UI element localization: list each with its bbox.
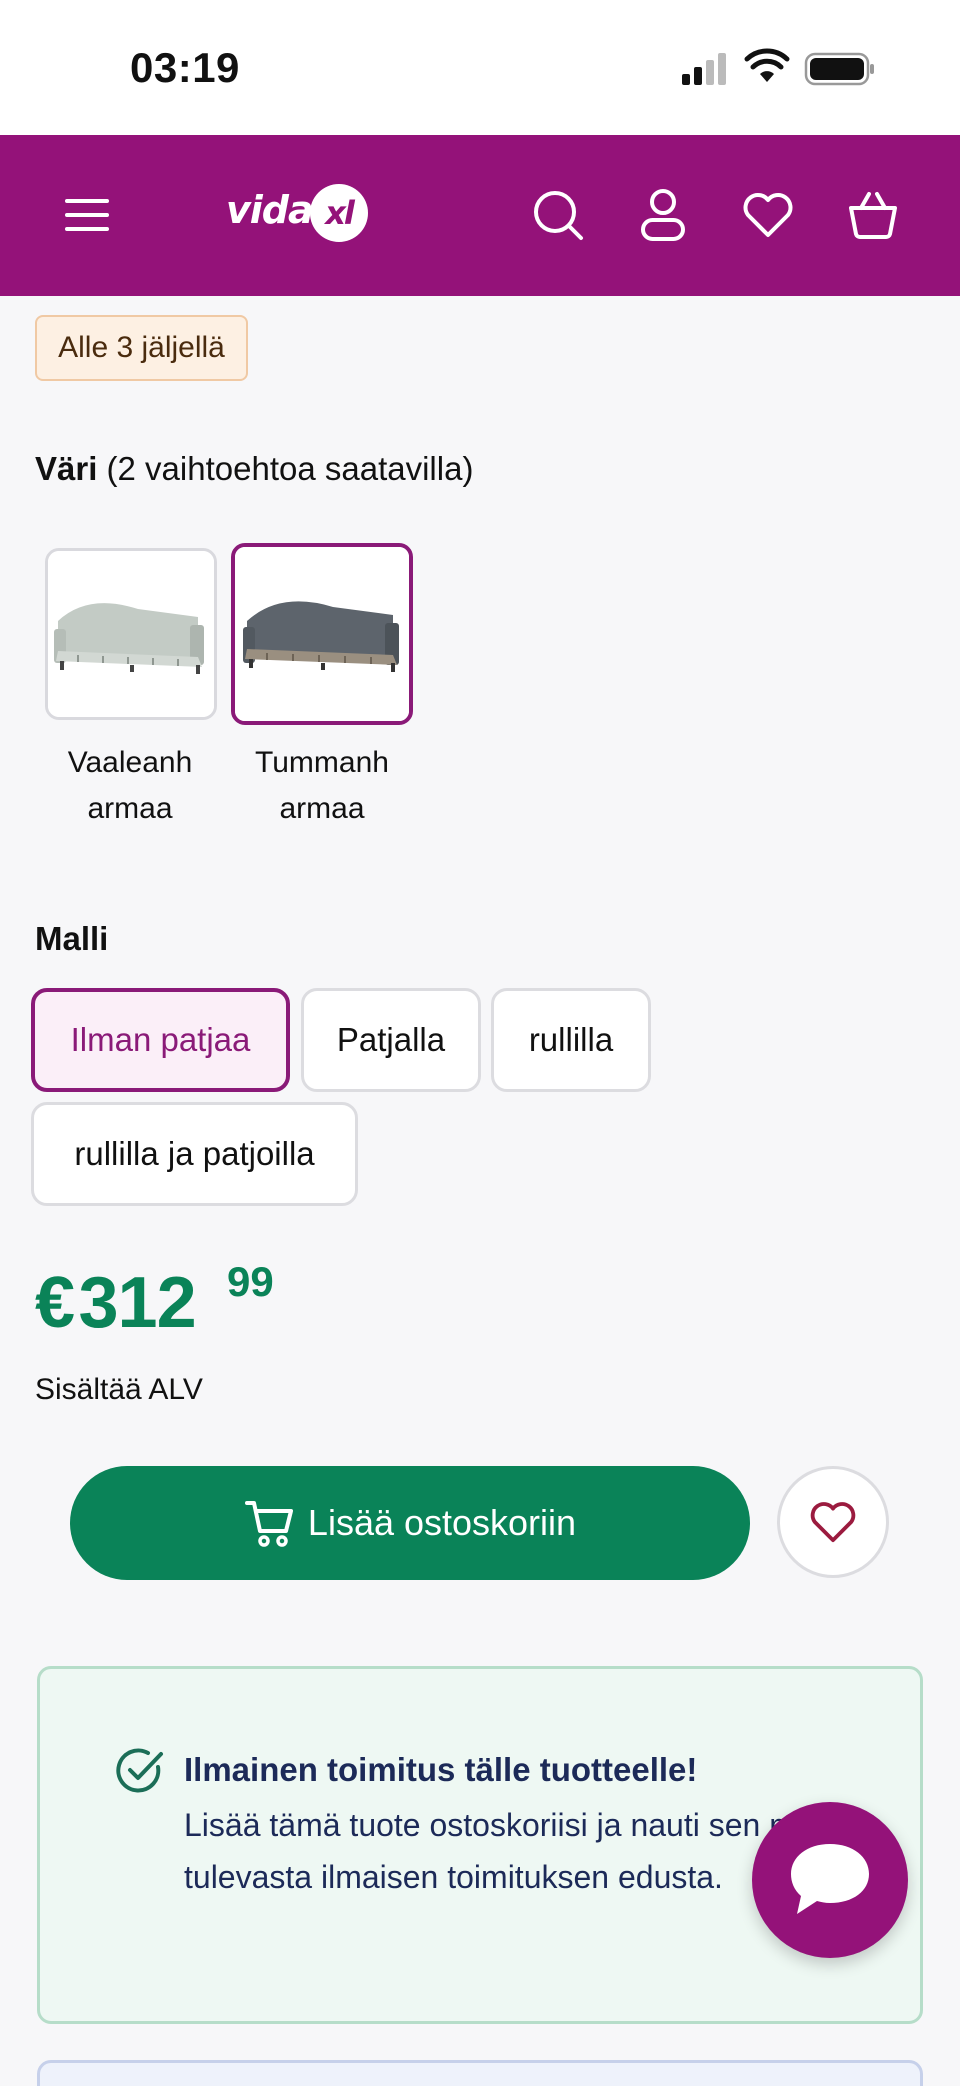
account-icon[interactable] <box>631 183 695 247</box>
chat-bubble-icon <box>791 1844 869 1914</box>
add-to-cart-button[interactable]: Lisää ostoskoriin <box>70 1466 750 1580</box>
color-option-label: Vaaleanh armaa <box>40 740 220 832</box>
status-bar: 03:19 <box>0 0 960 135</box>
shipping-title: Ilmainen toimitus tälle tuotteelle! <box>184 1751 698 1788</box>
add-to-cart-label: Lisää ostoskoriin <box>307 1502 577 1543</box>
stock-badge: Alle 3 jäljellä <box>35 315 248 381</box>
price-whole: 312 <box>78 1263 197 1343</box>
color-option-label-line1: Tummanh <box>255 746 389 779</box>
color-swatch-light-gray[interactable] <box>45 548 217 720</box>
color-option-label: Tummanh armaa <box>232 740 412 832</box>
status-time: 03:19 <box>130 44 240 91</box>
model-option-patjalla[interactable]: Patjalla <box>301 988 481 1092</box>
daybed-dark-image <box>235 547 409 721</box>
heart-icon[interactable] <box>736 183 800 247</box>
model-option-ilman-patjaa[interactable]: Ilman patjaa <box>31 988 290 1092</box>
logo-mark: xl <box>310 184 368 242</box>
check-circle-icon <box>116 1748 163 1793</box>
color-heading: Väri (2 vaihtoehtoa saatavilla) <box>35 450 473 488</box>
color-swatch-dark-gray[interactable] <box>231 543 413 725</box>
color-option-label-line2: armaa <box>279 792 365 825</box>
cellular-signal-icon <box>682 53 726 85</box>
menu-icon[interactable] <box>55 183 119 247</box>
wishlist-button[interactable] <box>777 1466 889 1578</box>
color-option-label-line1: Vaaleanh <box>67 746 193 779</box>
product-price: € 312 99 <box>35 1258 274 1344</box>
vidaxl-logo[interactable]: vida xl <box>226 178 374 248</box>
model-heading: Malli <box>35 920 109 957</box>
basket-icon[interactable] <box>841 183 905 247</box>
site-header <box>0 135 960 296</box>
color-count: (2 vaihtoehtoa saatavilla) <box>106 450 474 487</box>
price-cents: 99 <box>227 1258 274 1305</box>
wifi-icon <box>744 48 790 82</box>
model-option-rullilla-ja-patjoilla[interactable]: rullilla ja patjoilla <box>31 1102 358 1206</box>
logo-text: vida <box>226 188 314 232</box>
search-icon[interactable] <box>526 183 590 247</box>
chat-button[interactable] <box>752 1802 908 1958</box>
model-option-rullilla[interactable]: rullilla <box>491 988 651 1092</box>
color-label: Väri <box>35 450 98 487</box>
color-option-label-line2: armaa <box>87 792 173 825</box>
price-currency: € <box>35 1263 75 1343</box>
wishlist-heart-icon <box>810 1502 856 1543</box>
cart-icon <box>244 1495 300 1551</box>
next-info-box <box>37 2060 923 2086</box>
daybed-light-image <box>48 551 214 717</box>
vat-note: Sisältää ALV <box>35 1373 203 1406</box>
battery-icon <box>804 52 874 86</box>
